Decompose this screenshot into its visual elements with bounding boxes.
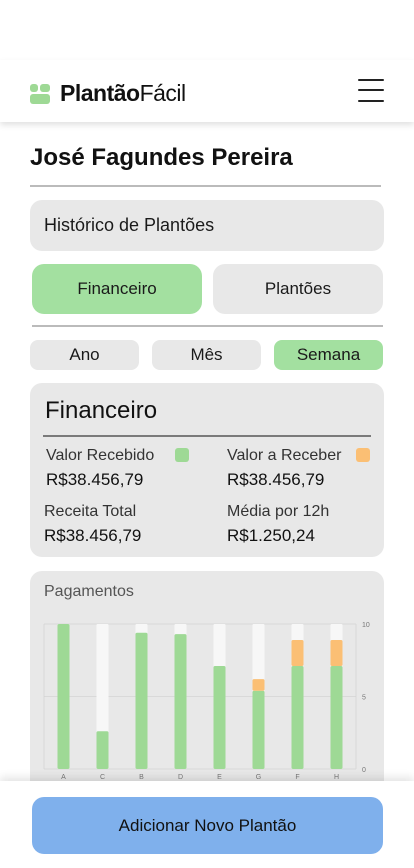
chart-x-tick-label: D (178, 774, 183, 781)
brand-logo[interactable]: PlantãoFácil (30, 80, 186, 107)
valor-receber-label: Valor a Receber (227, 447, 342, 464)
valor-receber-value: R$38.456,79 (227, 470, 325, 489)
chart-bar-received (57, 624, 70, 769)
chart-bar-received (330, 666, 343, 769)
add-plantao-button[interactable]: Adicionar Novo Plantão (32, 797, 383, 854)
tab-plantoes[interactable]: Plantões (213, 264, 383, 314)
chart-x-tick-label: B (139, 774, 144, 781)
chart-x-tick-label: A (61, 774, 66, 781)
chart-y-tick-label: 5 (362, 695, 366, 702)
media-label: Média por 12h (227, 503, 330, 520)
media-value: R$1.250,24 (227, 526, 315, 545)
bottom-bar: Adicionar Novo Plantão (0, 781, 414, 868)
chart-bar-received (174, 634, 187, 769)
valor-recebido-value: R$38.456,79 (46, 470, 144, 489)
chart-y-tick-label: 10 (362, 622, 370, 629)
brand-name: PlantãoFácil (60, 80, 186, 107)
chart-x-tick-label: G (256, 774, 261, 781)
period-mes-button[interactable]: Mês (152, 340, 261, 370)
tab-financeiro[interactable]: Financeiro (32, 264, 202, 314)
chart-bar-received (96, 731, 109, 769)
chart-x-tick-label: E (217, 774, 222, 781)
history-select[interactable]: Histórico de Plantões (30, 200, 384, 251)
brand-name-light: Fácil (139, 80, 187, 106)
chart-x-tick-label: F (295, 774, 299, 781)
chart-y-tick-label: 0 (362, 767, 366, 774)
chart-bar-pending (291, 639, 304, 667)
valor-recebido-label: Valor Recebido (46, 447, 155, 464)
pagamentos-card: Pagamentos 0 5 10 A C B D E G F H (30, 571, 384, 811)
hamburger-menu-icon[interactable] (358, 78, 386, 104)
financeiro-divider (43, 435, 371, 437)
chart-x-tick-label: H (334, 774, 339, 781)
received-legend-icon (175, 448, 189, 462)
pending-legend-icon (356, 448, 370, 462)
chart-bar-pending (330, 639, 343, 667)
chart-bar-pending (252, 679, 265, 691)
brand-name-bold: Plantão (60, 80, 140, 106)
pagamentos-chart: 0 5 10 A C B D E G F H (43, 622, 370, 781)
chart-bar-received (213, 666, 226, 769)
period-ano-button[interactable]: Ano (30, 340, 139, 370)
app-header: PlantãoFácil (0, 60, 414, 122)
financeiro-title: Financeiro (45, 397, 158, 424)
receita-total-label: Receita Total (44, 503, 137, 520)
chart-x-tick-label: C (100, 774, 105, 781)
receita-total-value: R$38.456,79 (44, 526, 142, 545)
chart-bar-received (291, 666, 304, 769)
period-semana-button[interactable]: Semana (274, 340, 383, 370)
financeiro-card: Financeiro Valor Recebido R$38.456,79 Va… (30, 383, 384, 557)
tabs-divider (32, 325, 383, 327)
name-divider (30, 185, 381, 187)
logo-icon (30, 83, 50, 104)
chart-bar-received (135, 632, 148, 769)
chart-bar-received (252, 690, 265, 769)
user-name: José Fagundes Pereira (30, 144, 293, 171)
